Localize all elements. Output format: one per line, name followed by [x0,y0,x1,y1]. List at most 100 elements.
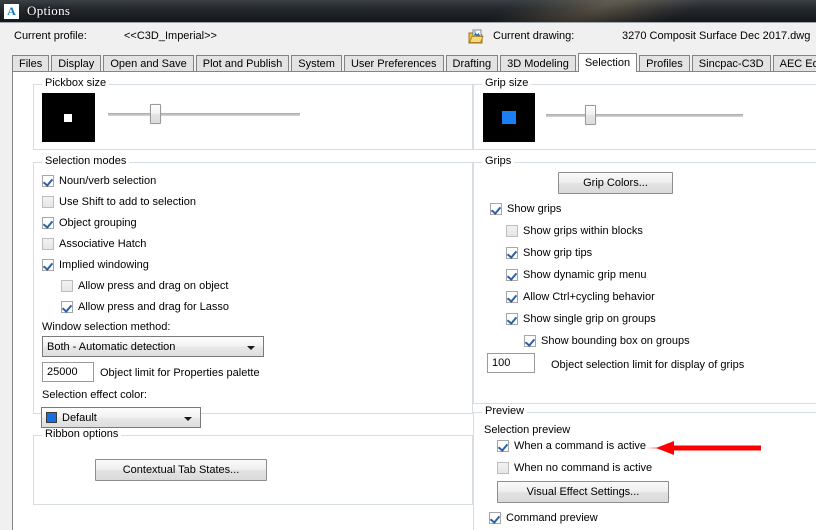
object-limit-properties-label: Object limit for Properties palette [100,367,260,379]
checkbox-label: Show grips within blocks [523,225,643,237]
chevron-down-icon[interactable] [247,346,255,350]
grip-size-title: Grip size [482,78,532,89]
window-selection-method-combo[interactable]: Both - Automatic detection [42,336,264,357]
checkbox-show-grips-within-blocks[interactable]: Show grips within blocks [506,223,643,239]
pickbox-slider-track [108,113,300,116]
pickbox-slider-thumb[interactable] [150,104,162,124]
checkbox-icon-unchecked[interactable] [61,280,73,292]
window-selection-method-value: Both - Automatic detection [47,340,176,353]
pickbox-size-title: Pickbox size [42,78,110,89]
tab-open-and-save[interactable]: Open and Save [103,55,194,72]
checkbox-associative-hatch[interactable]: Associative Hatch [42,236,146,252]
checkbox-show-dynamic-grip-menu[interactable]: Show dynamic grip menu [506,267,647,283]
tab-sincpac-c3d[interactable]: Sincpac-C3D [691,55,771,72]
tab-selection[interactable]: Selection [577,53,638,72]
options-dialog: A Options Current profile: <<C3D_Imperia… [0,0,816,530]
checkbox-noun-verb-selection[interactable]: Noun/verb selection [42,173,156,189]
checkbox-show-grip-tips[interactable]: Show grip tips [506,245,592,261]
checkbox-when-a-command-is-active[interactable]: When a command is active [497,438,646,454]
window-titlebar[interactable]: A Options [0,0,816,22]
selection-preview-label: Selection preview [484,424,571,436]
grip-size-group: Grip size [473,78,816,150]
checkbox-icon-checked[interactable] [489,512,501,524]
checkbox-icon-unchecked[interactable] [506,225,518,237]
checkbox-show-single-grip-on-groups[interactable]: Show single grip on groups [506,311,656,327]
checkbox-icon-checked[interactable] [524,335,536,347]
contextual-tab-states-button[interactable]: Contextual Tab States... [95,459,267,481]
tab-aec-editor[interactable]: AEC Editor [772,55,816,72]
chevron-down-icon[interactable] [184,417,192,421]
checkbox-icon-unchecked[interactable] [497,462,509,474]
checkbox-icon-checked[interactable] [42,217,54,229]
checkbox-command-preview[interactable]: Command preview [489,510,598,526]
checkbox-show-bounding-box-on-groups[interactable]: Show bounding box on groups [524,333,690,349]
grip-slider-thumb[interactable] [585,105,597,125]
object-selection-limit-input[interactable] [487,353,535,373]
tab-system[interactable]: System [291,55,342,72]
grip-preview-square [502,111,516,124]
dialog-body: Current profile: <<C3D_Imperial>> Curren… [0,22,816,530]
checkbox-label: Allow Ctrl+cycling behavior [523,291,655,303]
tabstrip[interactable]: Files Display Open and Save Plot and Publis… [12,53,816,72]
tab-drafting[interactable]: Drafting [445,55,499,72]
pickbox-size-slider[interactable] [108,104,300,124]
checkbox-label: When no command is active [514,462,653,474]
checkbox-icon-checked[interactable] [506,269,518,281]
checkbox-icon-checked[interactable] [61,301,73,313]
selection-modes-group: Selection modes Noun/verb selection Use … [33,156,473,414]
checkbox-label: Show grip tips [523,247,593,259]
selection-tab-panel: Pickbox size Selection modes Noun/verb s… [12,71,816,530]
tab-files[interactable]: Files [12,55,50,72]
pickbox-preview [42,93,95,142]
checkbox-label: Show bounding box on groups [541,335,690,347]
checkbox-icon-checked[interactable] [497,440,509,452]
current-drawing-value: 3270 Composit Surface Dec 2017.dwg [622,30,811,42]
tab-profiles[interactable]: Profiles [639,55,690,72]
checkbox-icon-unchecked[interactable] [42,196,54,208]
object-limit-properties-input[interactable] [42,362,94,382]
grip-slider-track [546,114,743,117]
checkbox-label: Use Shift to add to selection [59,196,196,208]
ribbon-options-group: Ribbon options Contextual Tab States... [33,429,473,505]
autocad-a-icon: A [4,3,19,19]
selection-effect-color-value: Default [62,411,97,424]
checkbox-use-shift-to-add[interactable]: Use Shift to add to selection [42,194,196,210]
checkbox-label: Allow press and drag on object [78,280,229,292]
checkbox-icon-checked[interactable] [490,203,502,215]
checkbox-label: Noun/verb selection [59,175,157,187]
checkbox-show-grips[interactable]: Show grips [490,201,561,217]
checkbox-icon-unchecked[interactable] [42,238,54,250]
current-profile-label: Current profile: [14,30,87,42]
preview-group: Preview Selection preview When a command… [473,406,816,530]
tab-display[interactable]: Display [51,55,102,72]
checkbox-allow-press-drag-for-lasso[interactable]: Allow press and drag for Lasso [61,299,229,315]
tab-plot-and-publish[interactable]: Plot and Publish [195,55,290,72]
ribbon-options-title: Ribbon options [42,429,122,440]
checkbox-when-no-command-is-active[interactable]: When no command is active [497,460,652,476]
checkbox-allow-ctrl-cycling-behavior[interactable]: Allow Ctrl+cycling behavior [506,289,655,305]
grips-group: Grips Grip Colors... Show grips Show gri… [473,156,816,404]
visual-effect-settings-button[interactable]: Visual Effect Settings... [497,481,669,503]
checkbox-icon-checked[interactable] [42,175,54,187]
selection-effect-color-combo[interactable]: Default [41,407,201,428]
checkbox-implied-windowing[interactable]: Implied windowing [42,257,149,273]
checkbox-icon-checked[interactable] [42,259,54,271]
pickbox-preview-square [64,114,72,122]
checkbox-allow-press-drag-on-object[interactable]: Allow press and drag on object [61,278,228,294]
object-selection-limit-label: Object selection limit for display of gr… [551,359,745,371]
checkbox-label: Allow press and drag for Lasso [78,301,230,313]
checkbox-icon-checked[interactable] [506,313,518,325]
tab-3d-modeling[interactable]: 3D Modeling [500,55,576,72]
checkbox-label: Show dynamic grip menu [523,269,647,281]
selection-effect-color-label: Selection effect color: [42,389,147,401]
checkbox-label: Show grips [507,203,562,215]
pickbox-size-group: Pickbox size [33,78,473,150]
checkbox-label: Object grouping [59,217,137,229]
checkbox-icon-checked[interactable] [506,247,518,259]
profile-row: Current profile: <<C3D_Imperial>> Curren… [0,29,816,47]
grip-size-slider[interactable] [546,105,743,125]
checkbox-icon-checked[interactable] [506,291,518,303]
grip-colors-button[interactable]: Grip Colors... [558,172,673,194]
checkbox-object-grouping[interactable]: Object grouping [42,215,137,231]
tab-user-preferences[interactable]: User Preferences [343,55,444,72]
